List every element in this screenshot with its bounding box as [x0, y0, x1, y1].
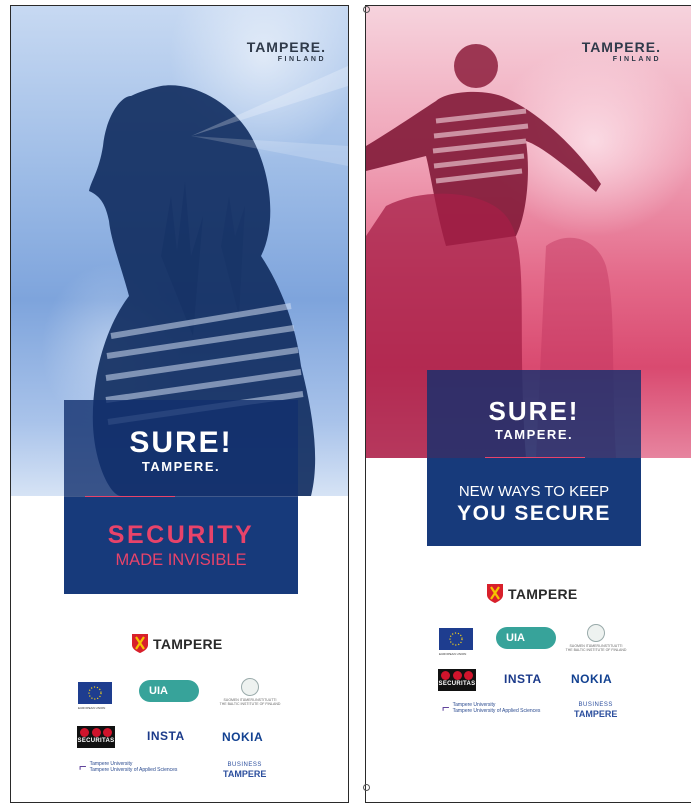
eu-flag-icon: EUROPEAN UNION: [78, 682, 112, 710]
headline-tampere: TAMPERE.: [494, 427, 574, 442]
crop-mark-icon: [363, 784, 370, 791]
eu-logo: EUROPEAN UNION: [78, 682, 112, 710]
headline-tampere: TAMPERE.: [141, 459, 221, 474]
tagline-box: SECURITY MADE INVISIBLE: [64, 497, 298, 594]
headline-box: SURE! TAMPERE.: [64, 400, 298, 498]
securitas-text: SECURITAS: [438, 681, 476, 687]
tagline-you-secure: YOU SECURE: [457, 502, 611, 525]
headline-sure: SURE!: [129, 426, 233, 459]
bt-line2: TAMPERE: [223, 769, 267, 779]
baltic-institute-logo: SUOMEN ITÄMERI-INSTITUUTTI THE BALTIC IN…: [561, 624, 631, 652]
baltic-line2: THE BALTIC INSTITUTE OF FINLAND: [219, 702, 281, 706]
tagline-security: SECURITY: [107, 521, 255, 549]
logo-country: FINLAND: [612, 56, 661, 63]
logo-name: TAMPERE.: [581, 39, 661, 55]
baltic-institute-logo: SUOMEN ITÄMERI-INSTITUUTTI THE BALTIC IN…: [215, 678, 285, 706]
tagline-made-invisible: MADE INVISIBLE: [115, 551, 247, 569]
eu-logo: EUROPEAN UNION: [439, 628, 473, 656]
tampere-finland-logo: TAMPERE. FINLAND: [247, 39, 326, 63]
nokia-logo: NOKIA: [571, 672, 613, 686]
logo-country: FINLAND: [277, 56, 326, 63]
baltic-seal-icon: [587, 624, 605, 642]
city-logo-text: TAMPERE: [153, 635, 223, 652]
headline-box: SURE! TAMPERE.: [427, 370, 641, 458]
tampere-coat-of-arms-icon: [487, 584, 503, 603]
uia-text: UIA: [506, 632, 525, 644]
tuni-mark-icon: ⌐: [79, 759, 87, 774]
securitas-logo: SECURITAS: [438, 669, 476, 691]
baltic-line2: THE BALTIC INSTITUTE OF FINLAND: [565, 648, 627, 652]
eu-caption: EUROPEAN UNION: [78, 706, 106, 710]
business-tampere-logo: BUSINESS TAMPERE: [574, 701, 617, 719]
baltic-seal-icon: [241, 678, 259, 696]
headline-sure: SURE!: [488, 396, 580, 426]
nokia-logo: NOKIA: [222, 730, 264, 744]
banner-security-made-invisible: TAMPERE. FINLAND SURE! TAMPERE. SECURITY…: [10, 5, 349, 803]
tagline-box: NEW WAYS TO KEEP YOU SECURE: [427, 458, 641, 546]
tuni-line2: Tampere University of Applied Sciences: [89, 767, 178, 773]
banner-new-ways-to-keep-you-secure: TAMPERE. FINLAND SURE! TAMPERE. NEW WAYS…: [365, 5, 691, 803]
bt-line2: TAMPERE: [574, 709, 618, 719]
securitas-logo: SECURITAS: [77, 726, 115, 748]
eu-flag-icon: EUROPEAN UNION: [439, 628, 473, 656]
uia-text: UIA: [149, 685, 168, 697]
tampere-university-logo: ⌐ Tampere University Tampere University …: [79, 759, 178, 774]
uia-logo: UIA: [496, 627, 556, 649]
tuni-mark-icon: ⌐: [442, 700, 450, 715]
tampere-university-logo: ⌐ Tampere University Tampere University …: [442, 700, 541, 715]
eu-caption: EUROPEAN UNION: [439, 652, 467, 656]
uia-logo: UIA: [139, 680, 199, 702]
tampere-city-logo: TAMPERE: [486, 583, 578, 604]
insta-logo: INSTA: [504, 672, 542, 686]
insta-logo: INSTA: [147, 729, 185, 743]
crop-mark-icon: [363, 6, 370, 13]
logo-name: TAMPERE.: [246, 39, 326, 55]
city-logo-text: TAMPERE: [508, 585, 578, 602]
business-tampere-logo: BUSINESS TAMPERE: [223, 761, 266, 779]
securitas-text: SECURITAS: [77, 738, 115, 744]
tampere-coat-of-arms-icon: [132, 634, 148, 653]
tuni-line2: Tampere University of Applied Sciences: [452, 708, 541, 714]
tampere-city-logo: TAMPERE: [131, 633, 223, 654]
tagline-new-ways: NEW WAYS TO KEEP: [458, 483, 610, 500]
tampere-finland-logo: TAMPERE. FINLAND: [582, 39, 661, 63]
